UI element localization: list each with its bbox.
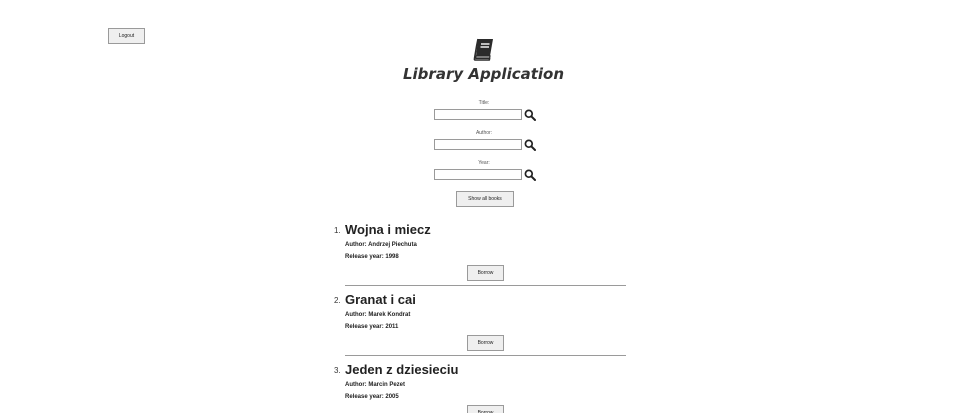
book-number: 3. [334,366,341,375]
borrow-button[interactable]: Borrow [467,335,504,351]
library-page: Logout Library Application Title: Author… [0,0,967,413]
page-title: Library Application [402,65,565,83]
book-icon [473,38,493,61]
search-icon[interactable] [524,109,536,121]
list-item: 2. Granat i cai Author: Marek Kondrat Re… [334,292,626,362]
title-label: Title: [478,100,490,106]
search-icon[interactable] [524,169,536,181]
book-author: Author: Marcin Pezet [345,382,406,388]
author-search-input[interactable] [434,139,522,150]
year-label: Year: [478,160,490,166]
book-release-year: Release year: 2005 [345,394,399,400]
divider [345,285,626,286]
borrow-button[interactable]: Borrow [467,265,504,281]
book-release-year: Release year: 2011 [345,324,399,330]
list-item: 3. Jeden z dziesieciu Author: Marcin Pez… [334,362,626,413]
logout-button[interactable]: Logout [108,28,145,44]
author-label: Author: [475,130,493,136]
book-author: Author: Andrzej Piechuta [345,242,417,248]
book-title: Wojna i miecz [345,222,431,237]
book-number: 2. [334,296,341,305]
show-all-books-button[interactable]: Show all books [456,191,514,207]
book-release-year: Release year: 1998 [345,254,399,260]
book-title: Granat i cai [345,292,416,307]
divider [345,355,626,356]
list-item: 1. Wojna i miecz Author: Andrzej Piechut… [334,222,626,292]
search-icon[interactable] [524,139,536,151]
book-author: Author: Marek Kondrat [345,312,411,318]
title-search-input[interactable] [434,109,522,120]
book-number: 1. [334,226,341,235]
borrow-button[interactable]: Borrow [467,405,504,413]
book-title: Jeden z dziesieciu [345,362,459,377]
year-search-input[interactable] [434,169,522,180]
